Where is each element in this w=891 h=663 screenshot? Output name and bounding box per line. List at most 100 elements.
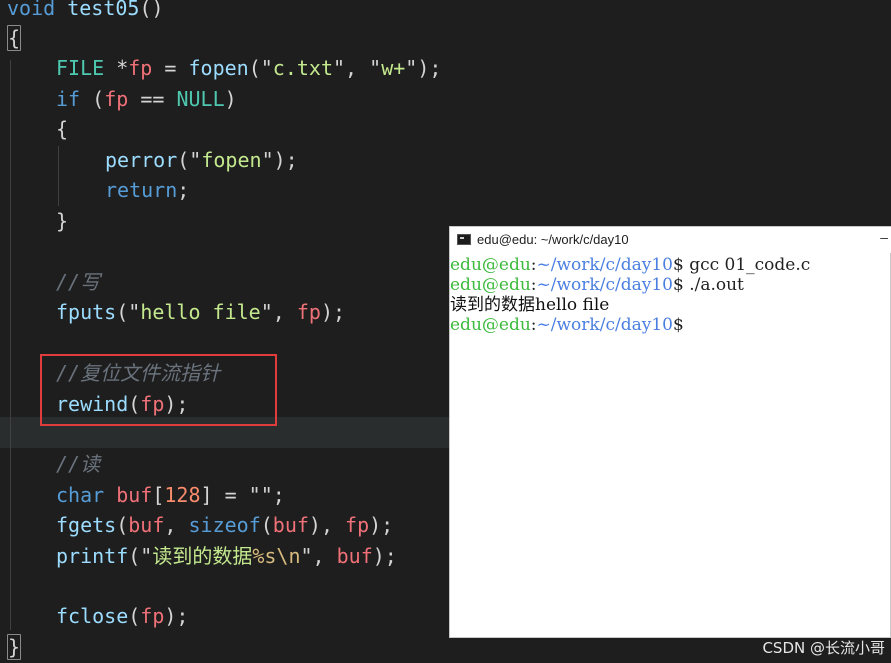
code-token: perror: [105, 148, 178, 172]
code-line: {: [56, 114, 68, 144]
code-token: fp: [296, 300, 321, 324]
code-line: printf("读到的数据%s\n", buf);: [56, 541, 397, 571]
code-token: test05: [67, 0, 140, 20]
code-token: fclose: [56, 604, 129, 628]
code-token: ");: [405, 56, 442, 80]
code-token: }: [56, 209, 69, 233]
prompt-user: edu@edu: [450, 255, 531, 275]
code-token: //读: [56, 452, 101, 476]
code-token: fp: [128, 56, 153, 80]
minimize-button[interactable]: –: [880, 229, 888, 245]
code-token: ==: [128, 87, 177, 111]
code-token: NULL: [176, 87, 225, 111]
code-token: hello file: [140, 300, 261, 324]
code-line: char buf[128] = "";: [56, 480, 285, 510]
code-token: (": [248, 56, 273, 80]
terminal-output[interactable]: edu@edu:~/work/c/day10$ gcc 01_code.c edu…: [450, 255, 891, 335]
code-token: sizeof: [188, 513, 261, 537]
code-token: char: [56, 483, 105, 507]
code-line: }: [7, 632, 22, 662]
code-token: (": [177, 148, 202, 172]
code-token: buf: [116, 483, 153, 507]
code-token: 读到的数据: [152, 544, 253, 568]
code-token: ;: [177, 178, 190, 202]
code-token: buf: [272, 513, 309, 537]
code-token: fputs: [56, 300, 117, 324]
code-token: fgets: [56, 513, 117, 537]
code-line: {: [7, 23, 22, 53]
code-token: ): [224, 87, 237, 111]
code-line: FILE *fp = fopen("c.txt", "w+");: [56, 53, 441, 83]
terminal-line: edu@edu:~/work/c/day10$ ./a.out: [450, 275, 891, 295]
code-token: (: [80, 87, 105, 111]
code-line: //读: [56, 449, 100, 479]
terminal-titlebar[interactable]: edu@edu: ~/work/c/day10 –: [450, 227, 891, 253]
highlight-annotation-box: [40, 354, 277, 426]
code-token: fp: [345, 513, 370, 537]
terminal-window[interactable]: edu@edu: ~/work/c/day10 – edu@edu:~/work…: [449, 226, 891, 638]
prompt-path: ~/work/c/day10: [536, 315, 673, 335]
code-token: printf: [56, 544, 129, 568]
prompt-user: edu@edu: [450, 275, 531, 295]
terminal-title: edu@edu: ~/work/c/day10: [477, 232, 629, 247]
code-line: if (fp == NULL): [56, 84, 237, 114]
code-token: ] = "";: [200, 483, 285, 507]
terminal-line: 读到的数据hello file: [450, 295, 891, 315]
code-token: ,: [164, 513, 189, 537]
terminal-output-text: 读到的数据hello file: [450, 295, 610, 315]
prompt-symbol: $: [672, 275, 690, 295]
code-token: fp: [104, 87, 129, 111]
code-token: fopen: [201, 148, 262, 172]
code-token: 128: [164, 483, 201, 507]
code-token: if: [56, 87, 81, 111]
code-token: fopen: [188, 56, 249, 80]
code-line: perror("fopen");: [105, 145, 298, 175]
code-token: //写: [56, 270, 101, 294]
code-token: );: [369, 513, 394, 537]
code-line: fgets(buf, sizeof(buf), fp);: [56, 510, 393, 540]
code-line: void test05(): [7, 0, 164, 23]
code-token: (": [116, 300, 141, 324]
code-token: void: [7, 0, 56, 20]
code-token: =: [152, 56, 189, 80]
code-token: );: [164, 604, 189, 628]
code-token: ",: [300, 544, 337, 568]
prompt-path: ~/work/c/day10: [536, 255, 673, 275]
terminal-icon: [457, 234, 471, 245]
code-token: return: [105, 178, 178, 202]
code-token: ",: [260, 300, 297, 324]
code-token: {: [56, 117, 69, 141]
code-token: ),: [308, 513, 346, 537]
code-token: w+: [381, 56, 406, 80]
prompt-symbol: $: [672, 255, 690, 275]
terminal-line: edu@edu:~/work/c/day10$: [450, 315, 891, 335]
prompt-path: ~/work/c/day10: [536, 275, 673, 295]
code-token: (": [128, 544, 153, 568]
code-token: ");: [261, 148, 298, 172]
code-token: [: [152, 483, 165, 507]
code-token: }: [7, 634, 22, 660]
indent-guide: [58, 146, 59, 206]
indent-guide: [10, 60, 11, 630]
prompt-symbol: $: [672, 315, 684, 335]
code-line: fputs("hello file", fp);: [56, 297, 345, 327]
prompt-user: edu@edu: [450, 315, 531, 335]
watermark: CSDN @长流小哥: [762, 639, 885, 657]
code-token: );: [372, 544, 397, 568]
code-token: (: [128, 604, 141, 628]
code-token: ", ": [333, 56, 382, 80]
terminal-line: edu@edu:~/work/c/day10$ gcc 01_code.c: [450, 255, 891, 275]
code-token: );: [320, 300, 346, 324]
code-line: //写: [56, 267, 100, 297]
code-line: return;: [105, 175, 189, 205]
code-line: fclose(fp);: [56, 601, 188, 631]
command-text: ./a.out: [689, 275, 744, 295]
code-token: buf: [128, 513, 165, 537]
code-token: {: [7, 25, 22, 51]
code-token: %s\n: [252, 544, 301, 568]
code-token: FILE: [56, 56, 105, 80]
command-text: gcc 01_code.c: [689, 255, 811, 275]
code-token: *: [104, 56, 129, 80]
